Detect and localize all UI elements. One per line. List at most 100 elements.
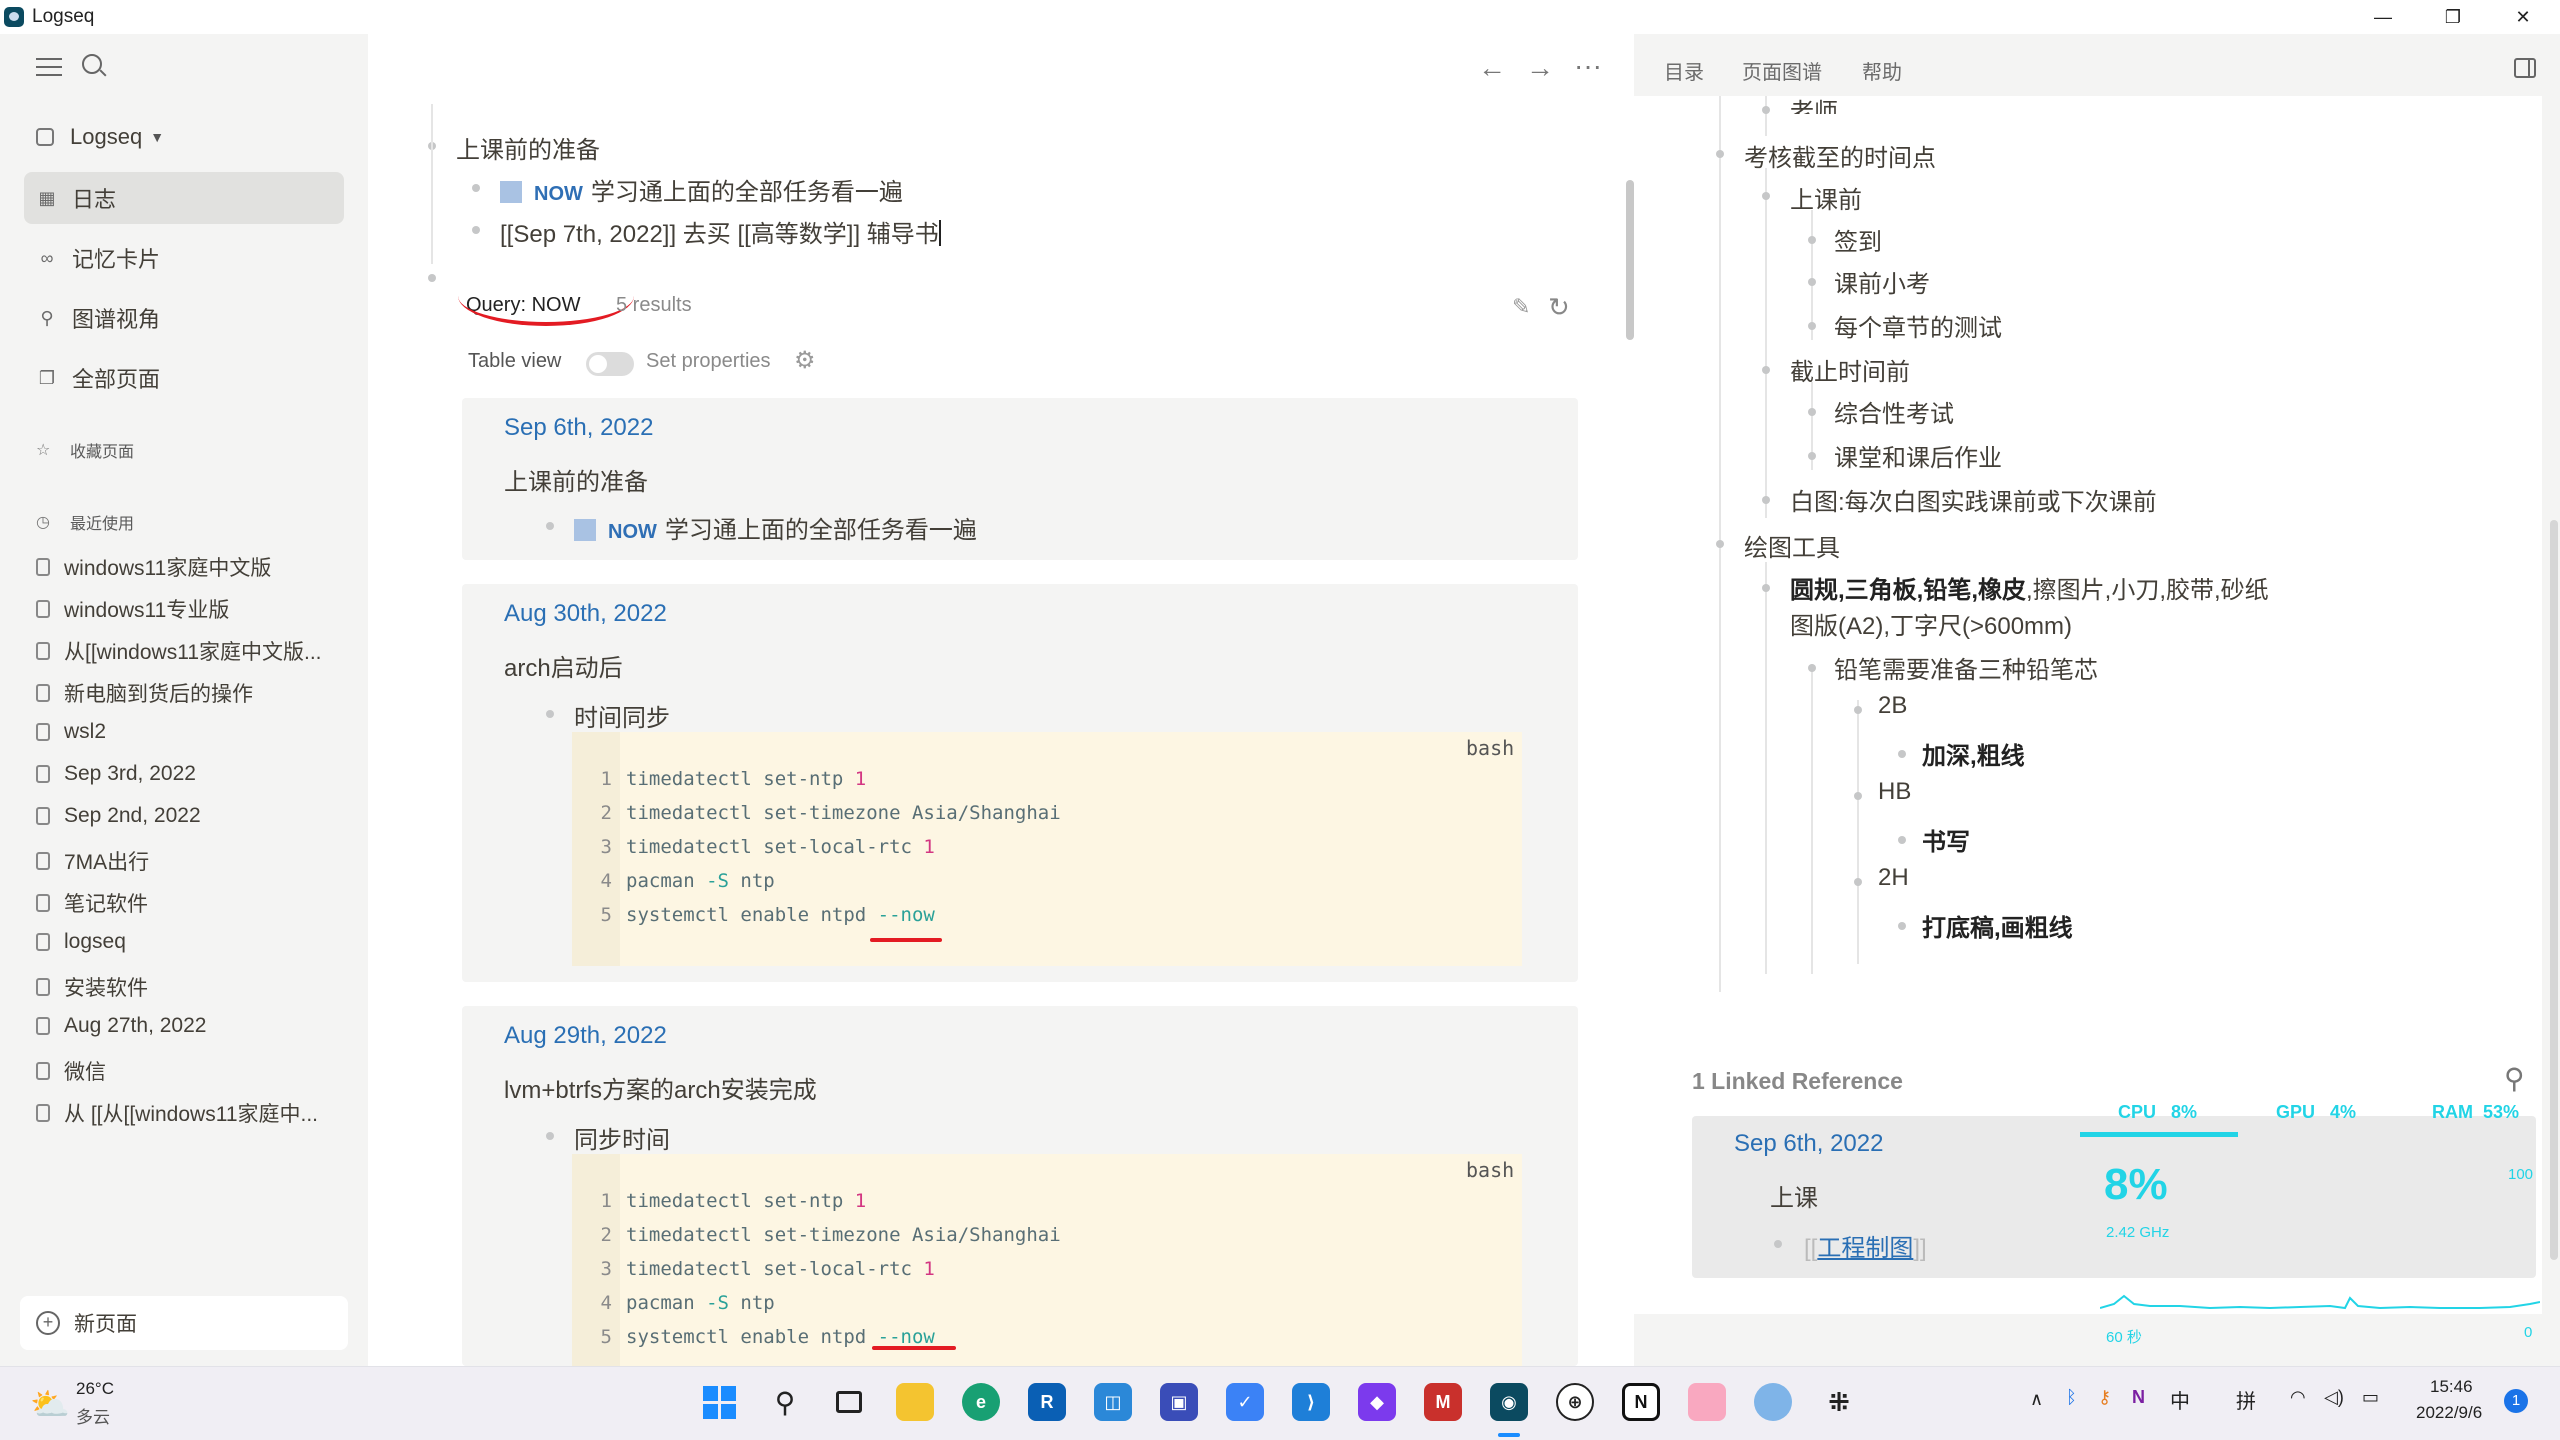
block-bullet[interactable] bbox=[546, 710, 554, 718]
outline-item[interactable]: 截止时间前 bbox=[1790, 352, 1910, 387]
now-checkbox[interactable] bbox=[500, 181, 522, 203]
result-child-block[interactable]: 时间同步 bbox=[574, 698, 670, 733]
main-scrollbar[interactable] bbox=[1626, 180, 1634, 340]
volume-icon[interactable]: ◁) bbox=[2324, 1387, 2344, 1408]
app-circle-icon[interactable]: ⊕ bbox=[1556, 1383, 1594, 1421]
block-bullet[interactable] bbox=[546, 522, 554, 530]
block-editing[interactable]: [[Sep 7th, 2022]] 去买 [[高等数学]] 辅导书 bbox=[500, 214, 941, 249]
favorites-header[interactable]: ☆ 收藏页面 bbox=[36, 438, 134, 462]
recent-item[interactable]: Aug 27th, 2022 bbox=[36, 1014, 346, 1038]
file-explorer-icon[interactable] bbox=[896, 1383, 934, 1421]
app-icon[interactable]: ◫ bbox=[1094, 1383, 1132, 1421]
vscode-icon[interactable]: ⟩ bbox=[1292, 1383, 1330, 1421]
save-app-icon[interactable]: ▣ bbox=[1160, 1383, 1198, 1421]
logseq-taskbar-icon[interactable]: ◉ bbox=[1490, 1383, 1528, 1421]
sidebar-item-flashcards[interactable]: ∞ 记忆卡片 bbox=[24, 232, 344, 284]
weather-temp[interactable]: 26°C bbox=[76, 1379, 114, 1399]
weather-icon[interactable]: ⛅ bbox=[30, 1385, 70, 1423]
set-properties-label[interactable]: Set properties bbox=[646, 350, 771, 373]
code-block[interactable]: bash 1 timedatectl set-ntp 1 2 timedatectl… bbox=[572, 732, 1522, 966]
app-dots-icon[interactable]: ⁜ bbox=[1820, 1383, 1858, 1421]
outline-item[interactable]: 综合性考试 bbox=[1834, 394, 1954, 429]
recent-item[interactable]: 新电脑到货后的操作 bbox=[36, 678, 346, 708]
notification-badge[interactable]: 1 bbox=[2504, 1389, 2528, 1413]
filter-icon[interactable]: ⚲ bbox=[2504, 1062, 2525, 1095]
outline-item[interactable]: 2H bbox=[1878, 864, 1909, 892]
edit-icon[interactable]: ✎ bbox=[1512, 294, 1530, 320]
result-date-link[interactable]: Aug 29th, 2022 bbox=[504, 1022, 667, 1050]
tab-toc[interactable]: 目录 bbox=[1664, 56, 1704, 85]
result-parent-block[interactable]: lvm+btrfs方案的arch安装完成 bbox=[504, 1070, 817, 1105]
recent-item[interactable]: Sep 3rd, 2022 bbox=[36, 762, 346, 786]
recent-item[interactable]: wsl2 bbox=[36, 720, 346, 744]
forward-arrow-icon[interactable]: → bbox=[1526, 52, 1554, 84]
linked-ref-child[interactable]: [[工程制图]] bbox=[1804, 1228, 1927, 1263]
maximize-button[interactable]: ❐ bbox=[2418, 0, 2488, 34]
right-scrollbar[interactable] bbox=[2550, 520, 2558, 1260]
recent-item[interactable]: 微信 bbox=[36, 1056, 346, 1086]
outline-item[interactable]: 圆规,三角板,铅笔,橡皮,擦图片,小刀,胶带,砂纸 bbox=[1790, 570, 2269, 605]
result-parent-block[interactable]: arch启动后 bbox=[504, 648, 623, 683]
refresh-icon[interactable]: ↻ bbox=[1548, 292, 1570, 323]
ime-language[interactable]: 中 bbox=[2170, 1385, 2190, 1414]
chevron-up-icon[interactable]: ∧ bbox=[2030, 1389, 2043, 1410]
sidebar-item-graph-view[interactable]: ⚲ 图谱视角 bbox=[24, 292, 344, 344]
sidebar-toggle-icon[interactable] bbox=[2514, 58, 2536, 78]
outline-item[interactable]: 每个章节的测试 bbox=[1834, 308, 2002, 343]
more-icon[interactable]: ··· bbox=[1574, 50, 1602, 82]
task-view-icon[interactable] bbox=[830, 1383, 868, 1421]
weather-desc[interactable]: 多云 bbox=[76, 1403, 110, 1428]
outline-item[interactable]: 上课前 bbox=[1790, 180, 1862, 215]
ime-mode[interactable]: 拼 bbox=[2236, 1385, 2256, 1414]
outlook-icon[interactable]: R bbox=[1028, 1383, 1066, 1421]
recent-item[interactable]: logseq bbox=[36, 930, 346, 954]
close-button[interactable]: ✕ bbox=[2488, 0, 2558, 34]
code-block[interactable]: bash 1 timedatectl set-ntp 1 2 timedatectl… bbox=[572, 1154, 1522, 1366]
tab-help[interactable]: 帮助 bbox=[1862, 56, 1902, 85]
result-date-link[interactable]: Aug 30th, 2022 bbox=[504, 600, 667, 628]
gear-icon[interactable]: ⚙ bbox=[794, 346, 816, 375]
outline-item[interactable]: 课前小考 bbox=[1834, 264, 1930, 299]
minimize-button[interactable]: — bbox=[2348, 0, 2418, 34]
linked-ref-date[interactable]: Sep 6th, 2022 bbox=[1734, 1130, 1883, 1158]
sidebar-item-journals[interactable]: ▦ 日志 bbox=[24, 172, 344, 224]
recent-item[interactable]: windows11专业版 bbox=[36, 594, 346, 624]
clock-time[interactable]: 15:46 bbox=[2430, 1377, 2473, 1397]
outline-item[interactable]: 打底稿,画粗线 bbox=[1922, 908, 2073, 943]
result-child-block[interactable]: NOW 学习通上面的全部任务看一遍 bbox=[574, 510, 977, 545]
recent-item[interactable]: 笔记软件 bbox=[36, 888, 346, 918]
outline-item[interactable]: HB bbox=[1878, 778, 1911, 806]
menu-icon[interactable] bbox=[36, 56, 62, 76]
app-pink-icon[interactable] bbox=[1688, 1383, 1726, 1421]
key-icon[interactable]: ⚷ bbox=[2098, 1387, 2111, 1408]
outline-item[interactable]: 白图:每次白图实践课前或下次课前 bbox=[1790, 482, 2157, 517]
app-blue-icon[interactable] bbox=[1754, 1383, 1792, 1421]
search-icon[interactable]: ⚲ bbox=[766, 1383, 804, 1421]
recent-item[interactable]: 7MA出行 bbox=[36, 846, 346, 876]
linked-ref-parent[interactable]: 上课 bbox=[1770, 1178, 1818, 1213]
recent-item[interactable]: 从[[windows11家庭中文版... bbox=[36, 636, 346, 666]
result-parent-block[interactable]: 上课前的准备 bbox=[504, 462, 648, 497]
block-now-task[interactable]: NOW 学习通上面的全部任务看一遍 bbox=[500, 172, 903, 207]
notion-icon[interactable]: N bbox=[1622, 1383, 1660, 1421]
todo-icon[interactable]: ✓ bbox=[1226, 1383, 1264, 1421]
table-view-toggle[interactable] bbox=[586, 352, 634, 376]
outline-item[interactable]: 绘图工具 bbox=[1744, 528, 1840, 563]
new-page-button[interactable]: + 新页面 bbox=[20, 1296, 348, 1350]
bluetooth-icon[interactable]: ᛒ bbox=[2066, 1387, 2077, 1408]
outline-item[interactable]: 书写 bbox=[1922, 822, 1970, 857]
block-bullet[interactable] bbox=[472, 226, 480, 234]
wifi-icon[interactable]: ◠ bbox=[2290, 1387, 2306, 1408]
obsidian-icon[interactable]: ◆ bbox=[1358, 1383, 1396, 1421]
recent-item[interactable]: windows11家庭中文版 bbox=[36, 552, 346, 582]
block-bullet[interactable] bbox=[546, 1132, 554, 1140]
outline-item[interactable]: 加深,粗线 bbox=[1922, 736, 2025, 771]
outline-item[interactable]: 签到 bbox=[1834, 222, 1882, 257]
block-bullet[interactable] bbox=[428, 274, 436, 282]
start-icon[interactable] bbox=[700, 1383, 738, 1421]
outline-item[interactable]: 2B bbox=[1878, 692, 1907, 720]
block-prep[interactable]: 上课前的准备 bbox=[456, 130, 600, 165]
battery-icon[interactable]: ▭ bbox=[2362, 1387, 2379, 1408]
clock-date[interactable]: 2022/9/6 bbox=[2416, 1403, 2482, 1423]
recent-item[interactable]: 从 [[从[[windows11家庭中... bbox=[36, 1098, 346, 1128]
